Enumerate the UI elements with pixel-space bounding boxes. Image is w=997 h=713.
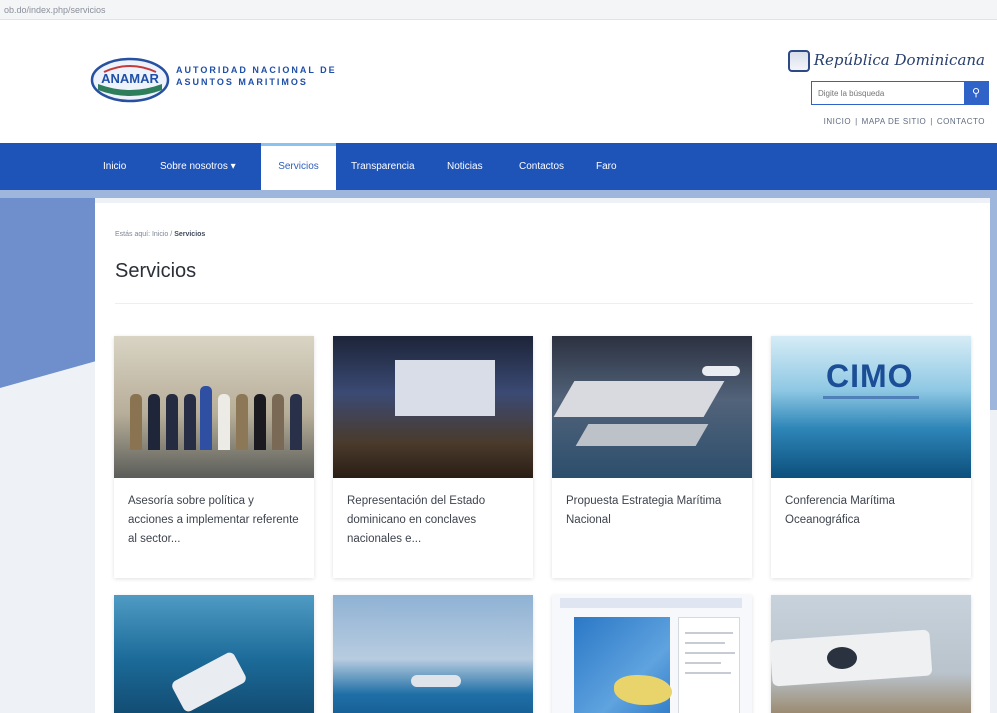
browser-url-bar[interactable]: ob.do/index.php/servicios bbox=[0, 0, 997, 20]
text-line bbox=[685, 652, 735, 654]
card-title[interactable]: Propuesta Estrategia Marítima Nacional bbox=[552, 478, 752, 578]
document-page bbox=[678, 617, 740, 713]
text-line bbox=[685, 642, 725, 644]
figure bbox=[184, 394, 196, 450]
service-card[interactable]: Representación del Estado dominicano en … bbox=[333, 336, 533, 578]
service-card[interactable] bbox=[114, 595, 314, 713]
card-image-ship-horizon bbox=[333, 595, 533, 713]
figure bbox=[254, 394, 266, 450]
breadcrumb-separator: / bbox=[170, 231, 173, 238]
title-divider bbox=[115, 303, 973, 304]
figure bbox=[272, 394, 284, 450]
card-image-group-photo bbox=[114, 336, 314, 478]
search-icon: ⚲ bbox=[971, 87, 981, 99]
pier-shape bbox=[553, 381, 725, 417]
top-link-inicio[interactable]: INICIO bbox=[824, 117, 851, 126]
breadcrumb: Estás aquí: Inicio / Servicios bbox=[115, 231, 205, 238]
republica-label: República Dominicana bbox=[813, 51, 985, 69]
service-card[interactable]: CIMO Conferencia Marítima Oceanográfica bbox=[771, 336, 971, 578]
service-card[interactable]: Propuesta Estrategia Marítima Nacional bbox=[552, 336, 752, 578]
figure bbox=[218, 394, 230, 450]
document-map bbox=[574, 617, 672, 713]
card-title[interactable]: Representación del Estado dominicano en … bbox=[333, 478, 533, 578]
nav-item-noticias[interactable]: Noticias bbox=[447, 143, 483, 190]
text-line bbox=[685, 672, 731, 674]
service-card[interactable] bbox=[333, 595, 533, 713]
cimo-logo-text: CIMO bbox=[826, 358, 914, 394]
ship-shape bbox=[702, 366, 740, 376]
card-title[interactable]: Asesoría sobre política y acciones a imp… bbox=[114, 478, 314, 578]
card-image-conference-hall bbox=[333, 336, 533, 478]
national-seal-icon bbox=[787, 50, 810, 72]
nav-item-sobre-nosotros[interactable]: Sobre nosotros ▾ bbox=[160, 143, 236, 190]
card-image-patrol-boat bbox=[771, 595, 971, 713]
service-card[interactable]: Asesoría sobre política y acciones a imp… bbox=[114, 336, 314, 578]
figure bbox=[130, 394, 142, 450]
main-navigation: Inicio Sobre nosotros ▾ Servicios Transp… bbox=[0, 143, 997, 190]
top-link-mapa-sitio[interactable]: MAPA DE SITIO bbox=[862, 117, 927, 126]
text-line bbox=[685, 632, 733, 634]
search-box: ⚲ bbox=[811, 81, 989, 105]
breadcrumb-current: Servicios bbox=[174, 231, 206, 238]
nav-item-contactos[interactable]: Contactos bbox=[519, 143, 564, 190]
anamar-emblem-icon: ANAMAR bbox=[90, 57, 170, 103]
page-title: Servicios bbox=[115, 260, 197, 282]
top-link-contacto[interactable]: CONTACTO bbox=[937, 117, 985, 126]
card-image-cimo-banner: CIMO bbox=[771, 336, 971, 478]
breadcrumb-home[interactable]: Inicio bbox=[152, 231, 168, 238]
figure bbox=[148, 394, 160, 450]
projection-screen bbox=[395, 360, 495, 416]
card-image-map-document bbox=[552, 595, 752, 713]
service-card[interactable] bbox=[771, 595, 971, 713]
nav-item-transparencia[interactable]: Transparencia bbox=[351, 143, 415, 190]
decorative-right-band bbox=[990, 198, 997, 410]
figure bbox=[166, 394, 178, 450]
figure bbox=[200, 386, 212, 450]
nav-item-faro[interactable]: Faro bbox=[596, 143, 617, 190]
service-card[interactable] bbox=[552, 595, 752, 713]
nav-item-servicios[interactable]: Servicios bbox=[261, 143, 336, 190]
figure bbox=[236, 394, 248, 450]
main-content: Estás aquí: Inicio / Servicios Servicios… bbox=[95, 203, 990, 713]
decorative-wedge bbox=[0, 198, 95, 388]
site-logo[interactable]: ANAMAR AUTORIDAD NACIONAL DE ASUNTOS MAR… bbox=[90, 56, 342, 104]
logo-acronym: ANAMAR bbox=[101, 71, 159, 86]
breadcrumb-prefix: Estás aquí: bbox=[115, 231, 151, 238]
cimo-underline bbox=[823, 396, 919, 399]
island-shape bbox=[614, 675, 672, 705]
site-header: ANAMAR AUTORIDAD NACIONAL DE ASUNTOS MAR… bbox=[0, 20, 997, 143]
boat-shape bbox=[170, 650, 248, 713]
document-header bbox=[560, 598, 742, 608]
card-image-boat-at-sea bbox=[114, 595, 314, 713]
decorative-band bbox=[0, 190, 997, 198]
card-title[interactable]: Conferencia Marítima Oceanográfica bbox=[771, 478, 971, 578]
text-line bbox=[685, 662, 721, 664]
logo-text: AUTORIDAD NACIONAL DE ASUNTOS MARITIMOS bbox=[176, 65, 337, 87]
boat-emblem bbox=[827, 647, 857, 669]
top-links: INICIO | MAPA DE SITIO | CONTACTO bbox=[823, 117, 985, 126]
ship-shape bbox=[411, 675, 461, 687]
card-image-port-render bbox=[552, 336, 752, 478]
pier-shape bbox=[575, 424, 709, 446]
republica-dominicana-brand[interactable]: República Dominicana bbox=[787, 50, 985, 72]
nav-item-inicio[interactable]: Inicio bbox=[103, 143, 126, 190]
figure bbox=[290, 394, 302, 450]
search-input[interactable] bbox=[812, 82, 962, 104]
search-button[interactable]: ⚲ bbox=[964, 82, 988, 104]
